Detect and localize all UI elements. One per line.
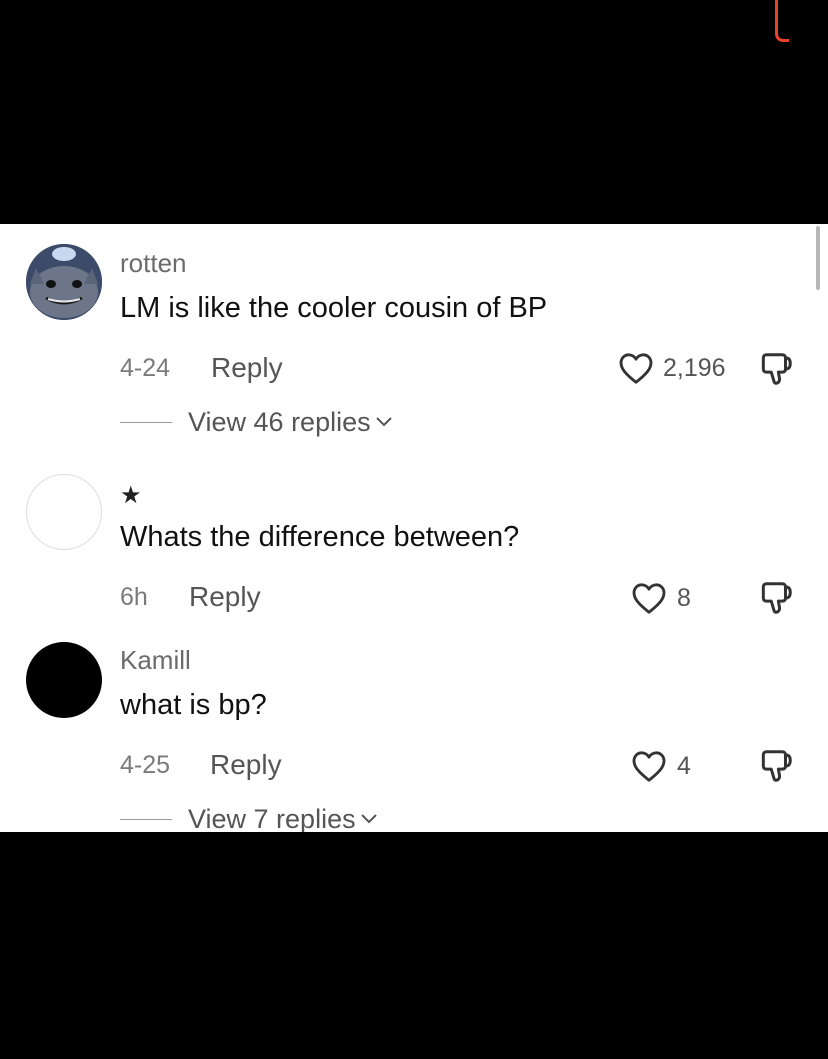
view-replies-label: View 7 replies [188,803,356,833]
chevron-down-icon [360,814,377,824]
scrollbar[interactable] [816,226,820,290]
view-replies-link[interactable]: View 46 replies [120,405,393,439]
avatar[interactable] [26,244,102,320]
heart-outline-icon[interactable] [618,351,654,385]
like-count: 4 [677,752,691,780]
comment-text: Whats the difference between? [120,521,520,553]
reply-button[interactable]: Reply [211,352,283,384]
username[interactable]: Kamill [120,645,191,676]
top-black-region [0,0,828,224]
heart-outline-icon[interactable] [631,749,667,783]
red-corner-mark [775,0,789,42]
avatar[interactable] [26,474,102,550]
view-replies-label: View 46 replies [188,406,371,437]
reply-button[interactable]: Reply [189,581,261,613]
comment-date: 4-25 [120,751,171,779]
star-badge: ★ [120,482,142,509]
divider [120,818,172,820]
avatar[interactable] [26,642,102,718]
chevron-down-icon [375,417,392,427]
reply-button[interactable]: Reply [210,749,282,781]
comment-date: 4-24 [120,354,171,382]
divider [120,421,172,423]
username[interactable]: rotten [120,248,187,279]
comment-text: what is bp? [120,689,267,721]
comment-date: 6h [120,583,148,611]
like-count: 8 [677,584,691,612]
cat-avatar-image [26,244,102,320]
thumbs-down-icon[interactable] [756,747,796,785]
thumbs-down-icon[interactable] [756,579,796,617]
heart-outline-icon[interactable] [631,581,667,615]
comments-panel[interactable]: rotten LM is like the cooler cousin of B… [0,224,828,832]
thumbs-down-icon[interactable] [756,350,796,388]
like-count: 2,196 [663,354,726,382]
bottom-black-region [0,832,828,1059]
comment-text: LM is like the cooler cousin of BP [120,292,548,324]
view-replies-link[interactable]: View 7 replies [120,802,378,832]
